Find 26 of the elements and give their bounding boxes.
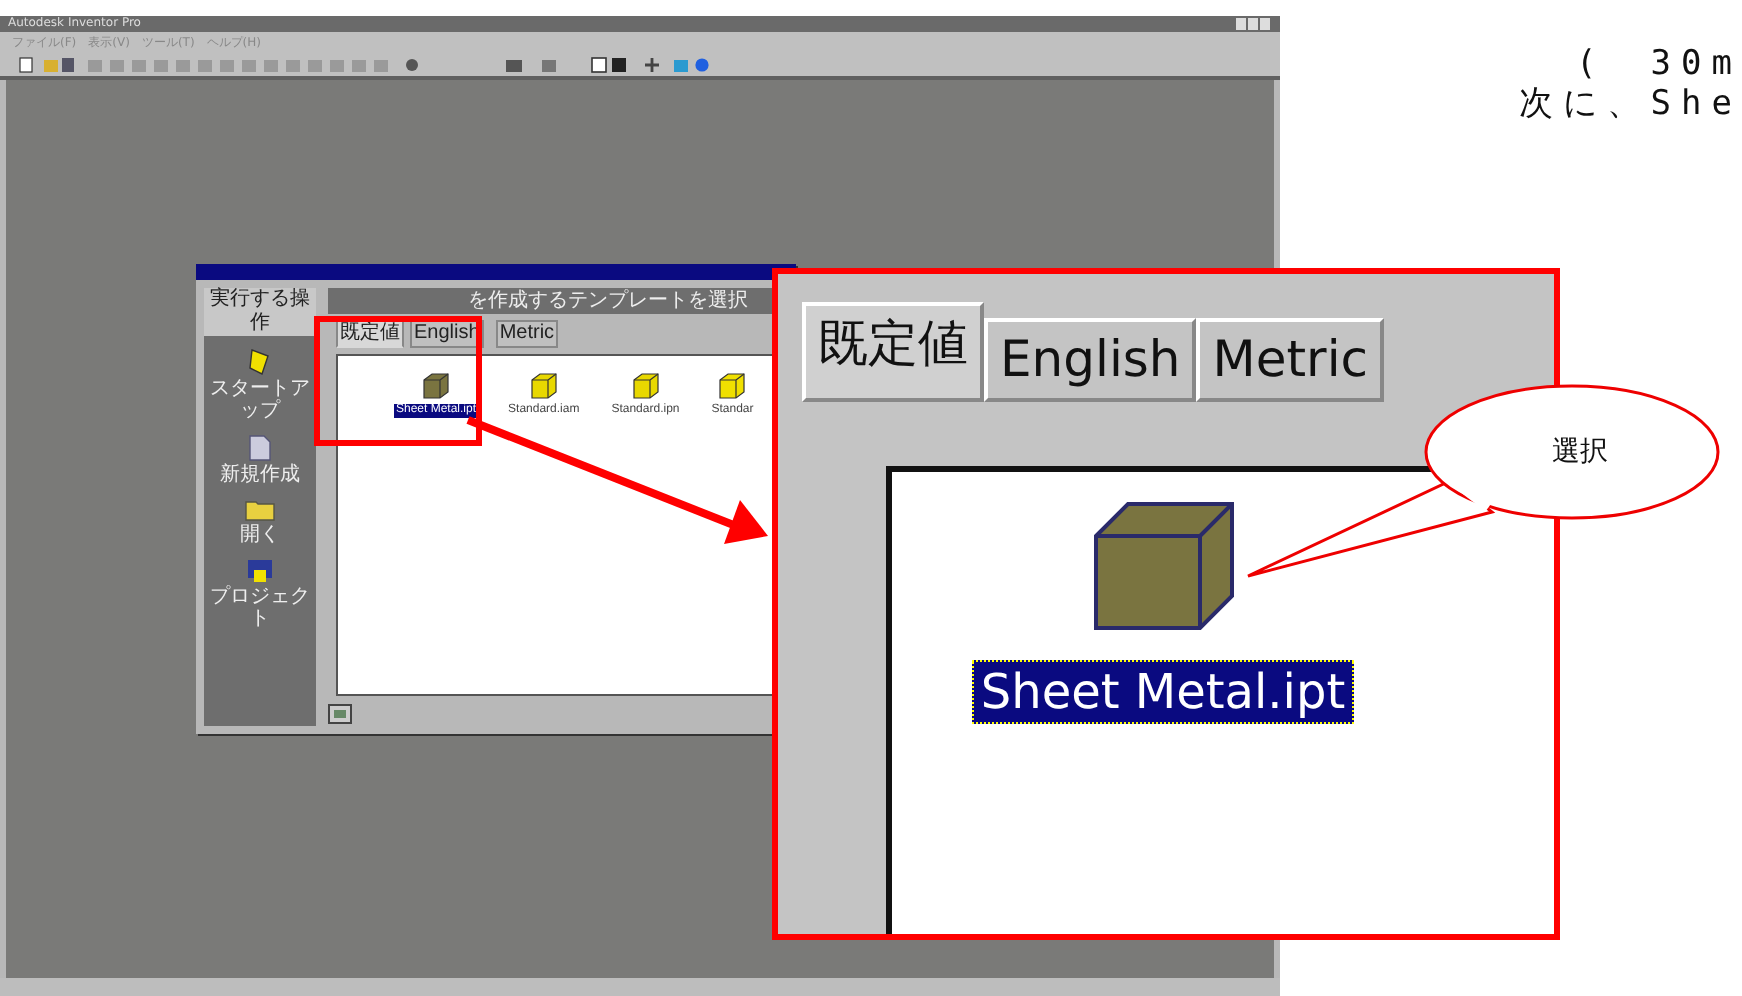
pencil-icon [248,348,272,376]
tab[interactable]: English [984,318,1197,402]
cube-icon [631,372,660,400]
document-icon [248,434,272,462]
cube-icon [718,372,747,400]
folder-icon [244,498,276,522]
cube-icon [1091,500,1235,632]
document-text: ( 30m [1576,44,1742,84]
header-text: を作成するテンプレートを選択 [468,289,748,313]
tab[interactable]: Metric [1196,318,1385,402]
action-item[interactable]: プロジェクト [206,558,314,630]
action-item[interactable]: スタートアップ [206,348,314,422]
action-item[interactable]: 新規作成 [206,434,314,486]
cube-icon [422,372,451,400]
document-text: 次に、She [1518,84,1742,124]
small-button-icon[interactable] [328,704,352,724]
cube-icon [529,372,558,400]
template-label[interactable]: Sheet Metal.ipt [972,660,1354,724]
project-icon [246,558,274,584]
balloon-text: 選択 [1552,434,1608,470]
window-controls-drawing[interactable] [1236,18,1272,30]
actions-header[interactable]: 実行する操作 [204,288,316,336]
tab[interactable]: Metric [495,320,559,348]
action-item[interactable]: 開く [206,498,314,546]
tab[interactable]: 既定値 [802,302,984,402]
tab[interactable]: 既定値 [336,320,404,348]
